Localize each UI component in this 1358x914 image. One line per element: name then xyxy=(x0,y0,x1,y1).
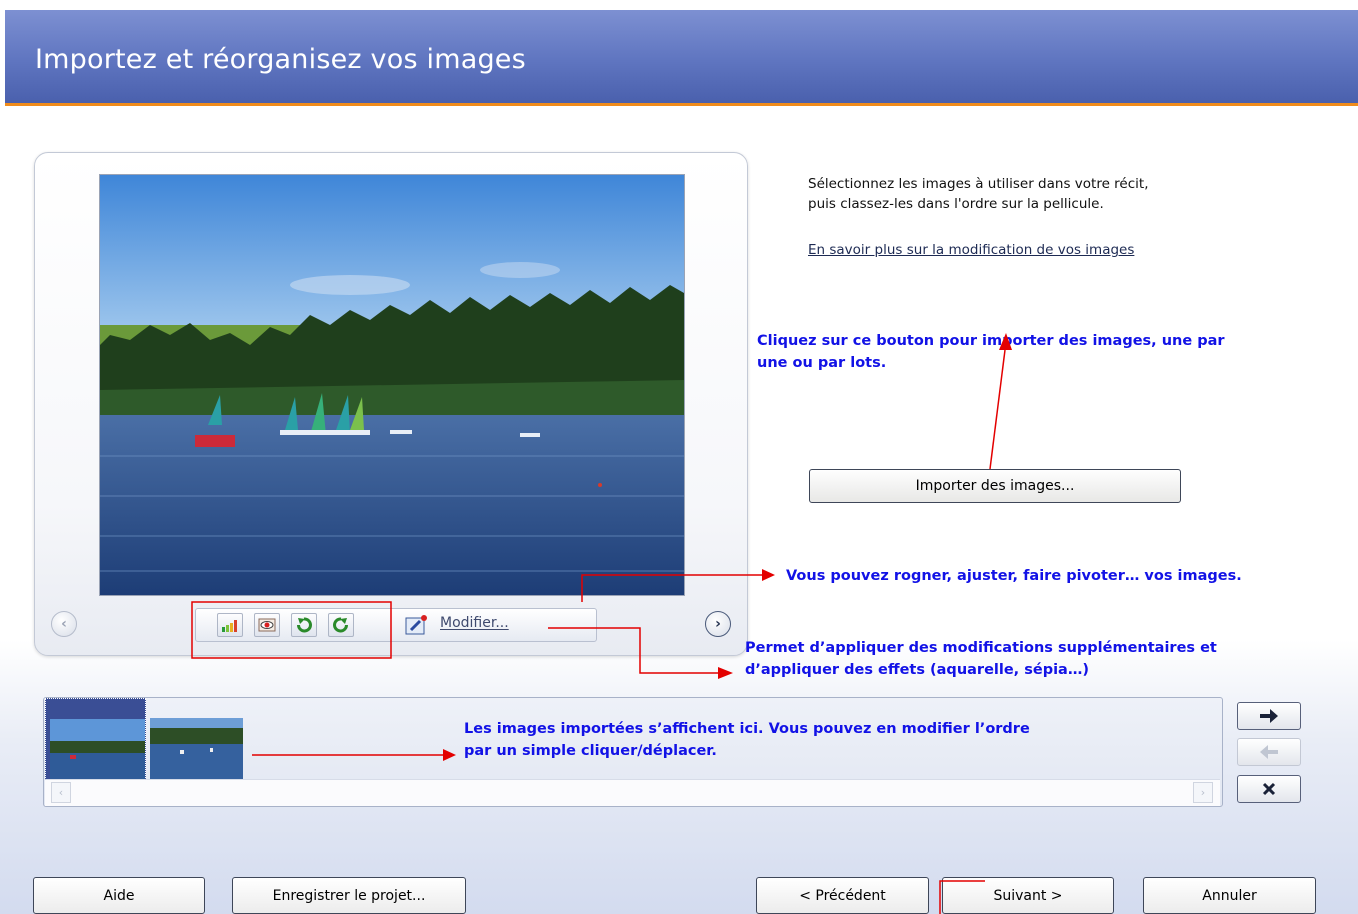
annotation-crop: Vous pouvez rogner, ajuster, faire pivot… xyxy=(786,568,1242,584)
image-preview-panel: ‹ › Modifier... xyxy=(34,152,748,656)
page-title: Importez et réorganisez vos images xyxy=(35,44,526,75)
annotation-import-line-2: une ou par lots. xyxy=(757,355,887,371)
top-strip xyxy=(0,0,1358,10)
rotate-left-icon xyxy=(297,617,312,633)
help-button[interactable]: Aide xyxy=(33,877,205,914)
chevron-right-icon: › xyxy=(715,616,721,632)
annotation-effects-line-2: d’appliquer des effets (aquarelle, sépia… xyxy=(745,662,1089,678)
rotate-right-icon xyxy=(333,617,348,633)
annotation-import: Cliquez sur ce bouton pour importer des … xyxy=(757,330,1225,374)
scroll-left-icon: ‹ xyxy=(58,786,64,799)
annotation-import-line-1: Cliquez sur ce bouton pour importer des … xyxy=(757,333,1225,349)
instructions-line-1: Sélectionnez les images à utiliser dans … xyxy=(808,176,1149,192)
annotation-filmstrip: Les images importées s’affichent ici. Vo… xyxy=(464,718,1030,762)
edit-icon xyxy=(405,614,429,640)
image-edit-toolbar: Modifier... xyxy=(195,608,597,642)
preview-image xyxy=(99,174,685,596)
filmstrip[interactable]: Les images importées s’affichent ici. Vo… xyxy=(43,697,1223,807)
previous-button[interactable]: < Précédent xyxy=(756,877,929,914)
red-eye-button[interactable] xyxy=(254,613,280,637)
arrow-right-icon xyxy=(1260,709,1278,723)
annotation-filmstrip-line-2: par un simple cliquer/déplacer. xyxy=(464,743,717,759)
scroll-right-icon: › xyxy=(1200,786,1206,799)
delete-image-button[interactable] xyxy=(1237,775,1301,803)
next-button[interactable]: Suivant > xyxy=(942,877,1114,914)
annotation-effects: Permet d’appliquer des modifications sup… xyxy=(745,637,1217,681)
instructions-text: Sélectionnez les images à utiliser dans … xyxy=(808,174,1149,214)
save-project-button[interactable]: Enregistrer le projet... xyxy=(232,877,466,914)
crop-arrowhead xyxy=(762,569,775,581)
modify-button[interactable]: Modifier... xyxy=(440,615,509,631)
move-left-button[interactable] xyxy=(1237,738,1301,766)
red-eye-icon xyxy=(258,618,276,632)
thumbnail-1-image xyxy=(50,719,145,787)
auto-adjust-button[interactable] xyxy=(217,613,243,637)
move-right-button[interactable] xyxy=(1237,702,1301,730)
instructions-line-2: puis classez-les dans l'ordre sur la pel… xyxy=(808,196,1104,212)
annotation-filmstrip-line-1: Les images importées s’affichent ici. Vo… xyxy=(464,721,1030,737)
import-images-button[interactable]: Importer des images... xyxy=(809,469,1181,503)
next-image-button[interactable]: › xyxy=(705,611,731,637)
rotate-left-button[interactable] xyxy=(291,613,317,637)
thumbnail-2-image xyxy=(150,718,243,786)
filmstrip-scrollbar[interactable]: ‹ › xyxy=(45,779,1220,806)
auto-adjust-icon xyxy=(222,620,237,632)
effects-arrowhead xyxy=(718,667,733,679)
delete-icon xyxy=(1262,782,1276,796)
wizard-header: Importez et réorganisez vos images xyxy=(5,10,1358,106)
learn-more-link[interactable]: En savoir plus sur la modification de vo… xyxy=(808,242,1134,258)
previous-image-button[interactable]: ‹ xyxy=(51,611,77,637)
scroll-left-button[interactable]: ‹ xyxy=(51,782,71,803)
rotate-right-button[interactable] xyxy=(328,613,354,637)
lake-photo xyxy=(100,175,684,595)
cancel-button[interactable]: Annuler xyxy=(1143,877,1316,914)
annotation-effects-line-1: Permet d’appliquer des modifications sup… xyxy=(745,640,1217,656)
arrow-left-icon xyxy=(1260,745,1278,759)
chevron-left-icon: ‹ xyxy=(61,616,67,632)
scroll-right-button[interactable]: › xyxy=(1193,782,1213,803)
